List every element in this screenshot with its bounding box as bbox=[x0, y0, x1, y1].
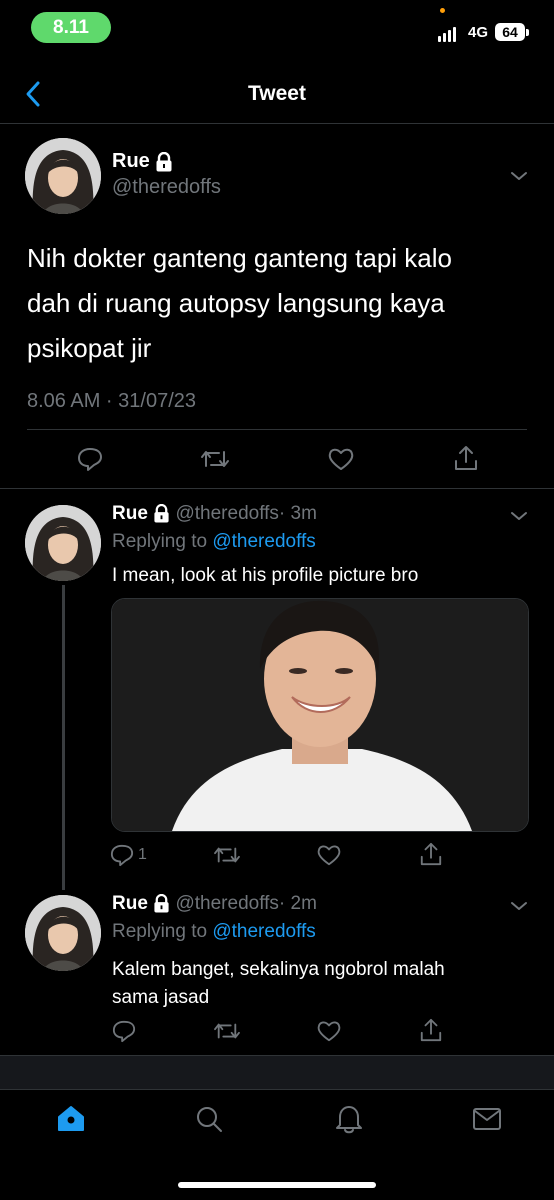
search-icon[interactable] bbox=[194, 1104, 224, 1134]
messages-icon[interactable] bbox=[472, 1106, 502, 1132]
share-icon[interactable] bbox=[419, 841, 443, 867]
replying-handle-link[interactable]: @theredoffs bbox=[212, 531, 315, 552]
lock-icon bbox=[154, 504, 169, 523]
replying-handle-link[interactable]: @theredoffs bbox=[212, 921, 315, 942]
avatar[interactable] bbox=[25, 138, 101, 214]
tweet-text: Nih dokter ganteng ganteng tapi kalo dah… bbox=[27, 236, 452, 371]
chevron-down-icon[interactable] bbox=[510, 900, 528, 912]
reply-text: I mean, look at his profile picture bro bbox=[112, 565, 418, 587]
author-name[interactable]: Rue bbox=[112, 150, 150, 172]
tweet-timestamp[interactable]: 8.06 AM · 31/07/23 bbox=[27, 390, 196, 413]
reply-text-line: Kalem banget, sekalinya ngobrol malah bbox=[112, 959, 445, 980]
reply-icon[interactable] bbox=[112, 1019, 136, 1043]
replying-label: Replying to bbox=[112, 531, 208, 552]
reply-text-line: I mean, look at his profile picture bro bbox=[112, 565, 419, 586]
chevron-down-icon[interactable] bbox=[510, 170, 528, 182]
battery-nub bbox=[526, 29, 529, 36]
like-icon[interactable] bbox=[327, 446, 355, 472]
home-indicator bbox=[178, 1182, 376, 1188]
reply-icon[interactable] bbox=[110, 843, 134, 867]
network-type: 4G bbox=[468, 24, 489, 41]
tabbar-divider bbox=[0, 1089, 554, 1090]
tweet-text-line: psikopat jir bbox=[27, 333, 152, 363]
thread-line bbox=[62, 585, 65, 890]
battery-level: 64 bbox=[495, 23, 525, 41]
share-icon[interactable] bbox=[453, 444, 479, 472]
timeline-gap bbox=[0, 1056, 554, 1089]
attached-photo[interactable] bbox=[111, 598, 529, 832]
replying-label: Replying to bbox=[112, 921, 208, 942]
retweet-icon[interactable] bbox=[213, 843, 241, 867]
lock-icon bbox=[154, 894, 169, 913]
avatar-illustration bbox=[25, 138, 101, 214]
lock-icon bbox=[156, 151, 172, 172]
share-icon[interactable] bbox=[419, 1017, 443, 1043]
page-title: Tweet bbox=[248, 82, 306, 105]
author-handle[interactable]: @theredoffs bbox=[112, 176, 221, 199]
like-icon[interactable] bbox=[316, 1019, 342, 1043]
reply-text-line: sama jasad bbox=[112, 987, 210, 1008]
nav-divider bbox=[0, 123, 554, 124]
reply-count: 1 bbox=[138, 846, 147, 863]
replying-to: Replying to @theredoffs bbox=[112, 531, 316, 553]
reply-time: · 3m bbox=[278, 503, 317, 524]
photo-illustration bbox=[112, 599, 528, 831]
privacy-indicator-dot bbox=[440, 8, 445, 13]
retweet-icon[interactable] bbox=[200, 446, 230, 472]
like-icon[interactable] bbox=[316, 843, 342, 867]
home-icon[interactable] bbox=[56, 1104, 86, 1134]
cellular-signal-icon bbox=[438, 24, 462, 42]
reply-icon[interactable] bbox=[77, 446, 103, 472]
reply-text: Kalem banget, sekalinya ngobrol malah sa… bbox=[112, 956, 445, 1012]
retweet-icon[interactable] bbox=[213, 1019, 241, 1043]
avatar[interactable] bbox=[25, 505, 101, 581]
author-handle[interactable]: @theredoffs bbox=[175, 503, 278, 524]
reply-button[interactable]: 1 bbox=[110, 843, 147, 867]
section-divider bbox=[0, 488, 554, 489]
author-row: Rue bbox=[112, 150, 173, 173]
author-name[interactable]: Rue bbox=[112, 893, 148, 914]
tweet-text-line: dah di ruang autopsy langsung kaya bbox=[27, 288, 445, 318]
reply-time: · 2m bbox=[278, 893, 317, 914]
avatar-illustration bbox=[25, 505, 101, 581]
author-handle[interactable]: @theredoffs bbox=[175, 893, 278, 914]
reply-header: Rue @theredoffs· 3m bbox=[112, 503, 317, 525]
notifications-icon[interactable] bbox=[334, 1103, 364, 1135]
replying-to: Replying to @theredoffs bbox=[112, 921, 316, 943]
avatar-illustration bbox=[25, 895, 101, 971]
tweet-text-line: Nih dokter ganteng ganteng tapi kalo bbox=[27, 243, 452, 273]
reply-header: Rue @theredoffs· 2m bbox=[112, 893, 317, 915]
tweet-divider bbox=[27, 429, 527, 430]
chevron-down-icon[interactable] bbox=[510, 510, 528, 522]
status-time: 8.11 bbox=[31, 12, 111, 43]
author-name[interactable]: Rue bbox=[112, 503, 148, 524]
avatar[interactable] bbox=[25, 895, 101, 971]
